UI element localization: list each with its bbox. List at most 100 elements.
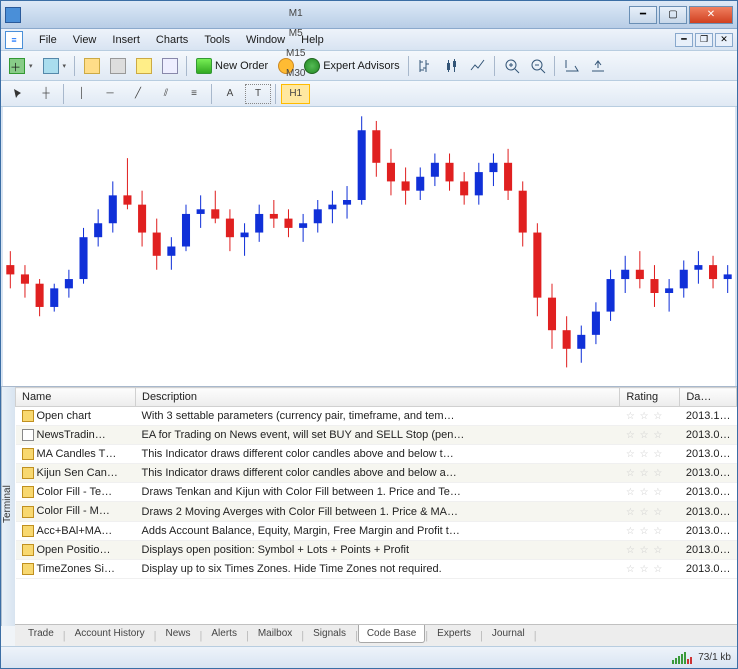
table-row[interactable]: Acc+BAl+MA… Adds Account Balance, Equity… <box>16 521 737 540</box>
tab-alerts[interactable]: Alerts <box>202 625 246 643</box>
zoom-out-button[interactable] <box>526 55 550 77</box>
line-chart-button[interactable] <box>466 55 490 77</box>
minimize-button[interactable]: ━ <box>629 6 657 24</box>
script-icon <box>22 486 34 498</box>
table-row[interactable]: NewsTradin… EA for Trading on News event… <box>16 426 737 445</box>
row-description: Adds Account Balance, Equity, Margin, Fr… <box>136 521 620 540</box>
mdi-restore-button[interactable]: ❐ <box>695 33 713 47</box>
terminal-tabs: Trade|Account History|News|Alerts|Mailbo… <box>15 624 737 646</box>
menu-tools[interactable]: Tools <box>196 32 238 48</box>
timeframe-m15[interactable]: M15 <box>281 44 310 64</box>
timeframe-m5[interactable]: M5 <box>281 24 310 44</box>
maximize-button[interactable]: ▢ <box>659 6 687 24</box>
row-name: Color Fill - Te… <box>37 486 113 498</box>
row-name: NewsTradin… <box>37 429 106 441</box>
script-icon <box>22 506 34 518</box>
market-watch-button[interactable] <box>80 55 104 77</box>
main-toolbar: ＋▾ ▾ New Order Expert Advisors <box>1 51 737 81</box>
row-date: 2013.0… <box>680 464 737 483</box>
script-icon <box>22 525 34 537</box>
row-date: 2013.0… <box>680 540 737 559</box>
tab-signals[interactable]: Signals <box>304 625 355 643</box>
tab-account-history[interactable]: Account History <box>66 625 154 643</box>
fibonacci-tool[interactable]: ≡ <box>181 84 207 104</box>
profiles-button[interactable]: ▾ <box>39 55 71 77</box>
news-icon <box>22 429 34 441</box>
menu-charts[interactable]: Charts <box>148 32 196 48</box>
table-row[interactable]: TimeZones Si… Display up to six Times Zo… <box>16 559 737 578</box>
connection-bars-icon <box>672 652 692 664</box>
new-chart-button[interactable]: ＋▾ <box>5 55 37 77</box>
mdi-close-button[interactable]: ✕ <box>715 33 733 47</box>
close-button[interactable]: ✕ <box>689 6 733 24</box>
table-row[interactable]: Open chart With 3 settable parameters (c… <box>16 407 737 426</box>
row-date: 2013.0… <box>680 483 737 502</box>
text-tool[interactable]: A <box>217 84 243 104</box>
chart-shift-button[interactable] <box>586 55 610 77</box>
table-row[interactable]: Color Fill - M… Draws 2 Moving Averges w… <box>16 502 737 521</box>
col-description[interactable]: Description <box>136 388 620 407</box>
row-name: Acc+BAl+MA… <box>37 525 113 537</box>
rating-stars[interactable]: ☆ ☆ ☆ <box>626 487 663 498</box>
app-window: ━ ▢ ✕ ≡ FileViewInsertChartsToolsWindowH… <box>0 0 738 669</box>
rating-stars[interactable]: ☆ ☆ ☆ <box>626 526 663 537</box>
table-row[interactable]: Open Positio… Displays open position: Sy… <box>16 540 737 559</box>
table-row[interactable]: Color Fill - Te… Draws Tenkan and Kijun … <box>16 483 737 502</box>
tab-journal[interactable]: Journal <box>483 625 534 643</box>
table-row[interactable]: MA Candles T… This Indicator draws diffe… <box>16 445 737 464</box>
script-icon <box>22 563 34 575</box>
menu-insert[interactable]: Insert <box>104 32 148 48</box>
row-name: TimeZones Si… <box>37 563 115 575</box>
tab-news[interactable]: News <box>157 625 200 643</box>
tab-trade[interactable]: Trade <box>19 625 63 643</box>
row-name: Color Fill - M… <box>37 505 110 517</box>
tab-experts[interactable]: Experts <box>428 625 480 643</box>
row-description: Display up to six Times Zones. Hide Time… <box>136 559 620 578</box>
vertical-line-tool[interactable]: │ <box>69 84 95 104</box>
row-date: 2013.0… <box>680 559 737 578</box>
drawing-toolbar: ┼ │ ─ ╱ ⫽ ≡ A T M1M5M15M30H1H4D1W1MN <box>1 81 737 107</box>
script-icon <box>22 448 34 460</box>
menu-file[interactable]: File <box>31 32 65 48</box>
mdi-minimize-button[interactable]: ━ <box>675 33 693 47</box>
channel-tool[interactable]: ⫽ <box>153 84 179 104</box>
crosshair-tool[interactable]: ┼ <box>33 84 59 104</box>
menu-view[interactable]: View <box>65 32 105 48</box>
rating-stars[interactable]: ☆ ☆ ☆ <box>626 545 663 556</box>
text-label-tool[interactable]: T <box>245 84 271 104</box>
row-name: Open Positio… <box>37 544 111 556</box>
expert-advisors-button[interactable]: Expert Advisors <box>300 55 403 77</box>
rating-stars[interactable]: ☆ ☆ ☆ <box>626 411 663 422</box>
new-order-button[interactable]: New Order <box>192 55 272 77</box>
timeframe-m30[interactable]: M30 <box>281 64 310 84</box>
rating-stars[interactable]: ☆ ☆ ☆ <box>626 468 663 479</box>
terminal-button[interactable] <box>132 55 156 77</box>
navigator-button[interactable] <box>106 55 130 77</box>
col-rating[interactable]: Rating <box>620 388 680 407</box>
candle-chart-button[interactable] <box>440 55 464 77</box>
row-description: Displays open position: Symbol + Lots + … <box>136 540 620 559</box>
tab-code-base[interactable]: Code Base <box>358 625 425 643</box>
menu-app-icon[interactable]: ≡ <box>5 31 23 49</box>
rating-stars[interactable]: ☆ ☆ ☆ <box>626 430 663 441</box>
tab-mailbox[interactable]: Mailbox <box>249 625 301 643</box>
rating-stars[interactable]: ☆ ☆ ☆ <box>626 564 663 575</box>
rating-stars[interactable]: ☆ ☆ ☆ <box>626 507 663 518</box>
col-name[interactable]: Name <box>16 388 136 407</box>
zoom-in-button[interactable] <box>500 55 524 77</box>
trendline-tool[interactable]: ╱ <box>125 84 151 104</box>
row-description: Draws Tenkan and Kijun with Color Fill b… <box>136 483 620 502</box>
cursor-tool[interactable] <box>5 84 31 104</box>
auto-scroll-button[interactable] <box>560 55 584 77</box>
bar-chart-button[interactable] <box>414 55 438 77</box>
timeframe-h1[interactable]: H1 <box>281 84 310 104</box>
titlebar[interactable]: ━ ▢ ✕ <box>1 1 737 29</box>
code-base-table[interactable]: Name Description Rating Da… Open chart W… <box>15 387 737 624</box>
horizontal-line-tool[interactable]: ─ <box>97 84 123 104</box>
timeframe-m1[interactable]: M1 <box>281 4 310 24</box>
col-date[interactable]: Da… <box>680 388 737 407</box>
table-row[interactable]: Kijun Sen Can… This Indicator draws diff… <box>16 464 737 483</box>
rating-stars[interactable]: ☆ ☆ ☆ <box>626 449 663 460</box>
strategy-tester-button[interactable] <box>158 55 182 77</box>
chart-area[interactable] <box>1 107 737 386</box>
